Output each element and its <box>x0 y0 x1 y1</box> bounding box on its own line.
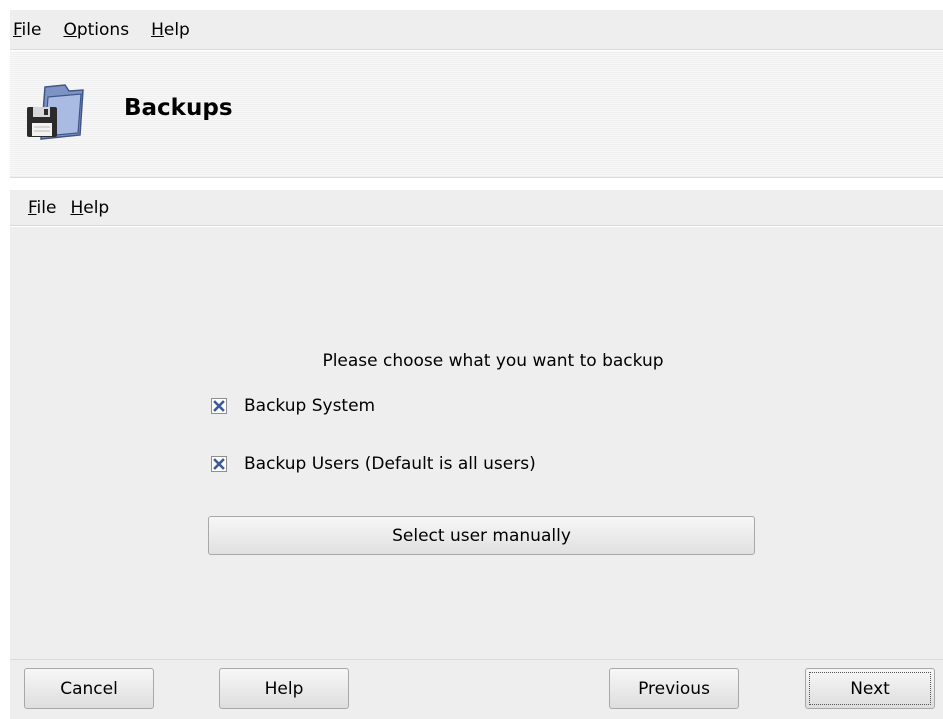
menu-file-label: ile <box>21 19 42 40</box>
prompt-text: Please choose what you want to backup <box>322 351 664 371</box>
cancel-button[interactable]: Cancel <box>24 668 154 709</box>
next-button[interactable]: Next <box>805 668 935 709</box>
menu-help[interactable]: Help <box>151 20 190 40</box>
backups-window: File Options Help Backups File Help Plea… <box>10 10 943 719</box>
page-title: Backups <box>124 95 233 121</box>
inner-menu-help-label: elp <box>83 197 110 218</box>
top-menubar: File Options Help <box>10 10 943 50</box>
inner-menu-file-label: ile <box>36 197 57 218</box>
select-user-manually-button[interactable]: Select user manually <box>208 516 755 555</box>
menu-help-label: elp <box>163 19 190 40</box>
inner-menu-file[interactable]: File <box>28 198 56 218</box>
backup-options-panel: Please choose what you want to backup Ba… <box>10 227 943 659</box>
backup-system-label: Backup System <box>244 396 376 416</box>
inner-menu-help-mnemonic: H <box>70 197 84 218</box>
menu-help-mnemonic: H <box>151 19 164 40</box>
wizard-footer: Cancel Help Previous Next <box>10 659 943 719</box>
backup-users-checkbox[interactable] <box>211 456 227 472</box>
menu-file-mnemonic: F <box>13 19 22 40</box>
inner-menubar: File Help <box>10 190 943 226</box>
inner-menu-file-mnemonic: F <box>28 197 37 218</box>
menu-file[interactable]: File <box>13 20 41 40</box>
checkmark-x-icon <box>213 400 225 412</box>
checkmark-x-icon <box>213 458 225 470</box>
menu-options-label: ptions <box>76 19 130 40</box>
menu-options[interactable]: Options <box>63 20 129 40</box>
backup-system-option[interactable]: Backup System <box>211 396 375 416</box>
backup-users-label: Backup Users (Default is all users) <box>244 454 536 474</box>
backup-users-option[interactable]: Backup Users (Default is all users) <box>211 454 536 474</box>
header-banner: Backups <box>10 51 943 178</box>
backup-folder-floppy-icon <box>25 83 85 141</box>
focus-ring <box>809 672 931 705</box>
help-button[interactable]: Help <box>219 668 349 709</box>
previous-button[interactable]: Previous <box>609 668 739 709</box>
inner-menu-help[interactable]: Help <box>70 198 109 218</box>
backup-system-checkbox[interactable] <box>211 398 227 414</box>
menu-options-mnemonic: O <box>63 19 77 40</box>
